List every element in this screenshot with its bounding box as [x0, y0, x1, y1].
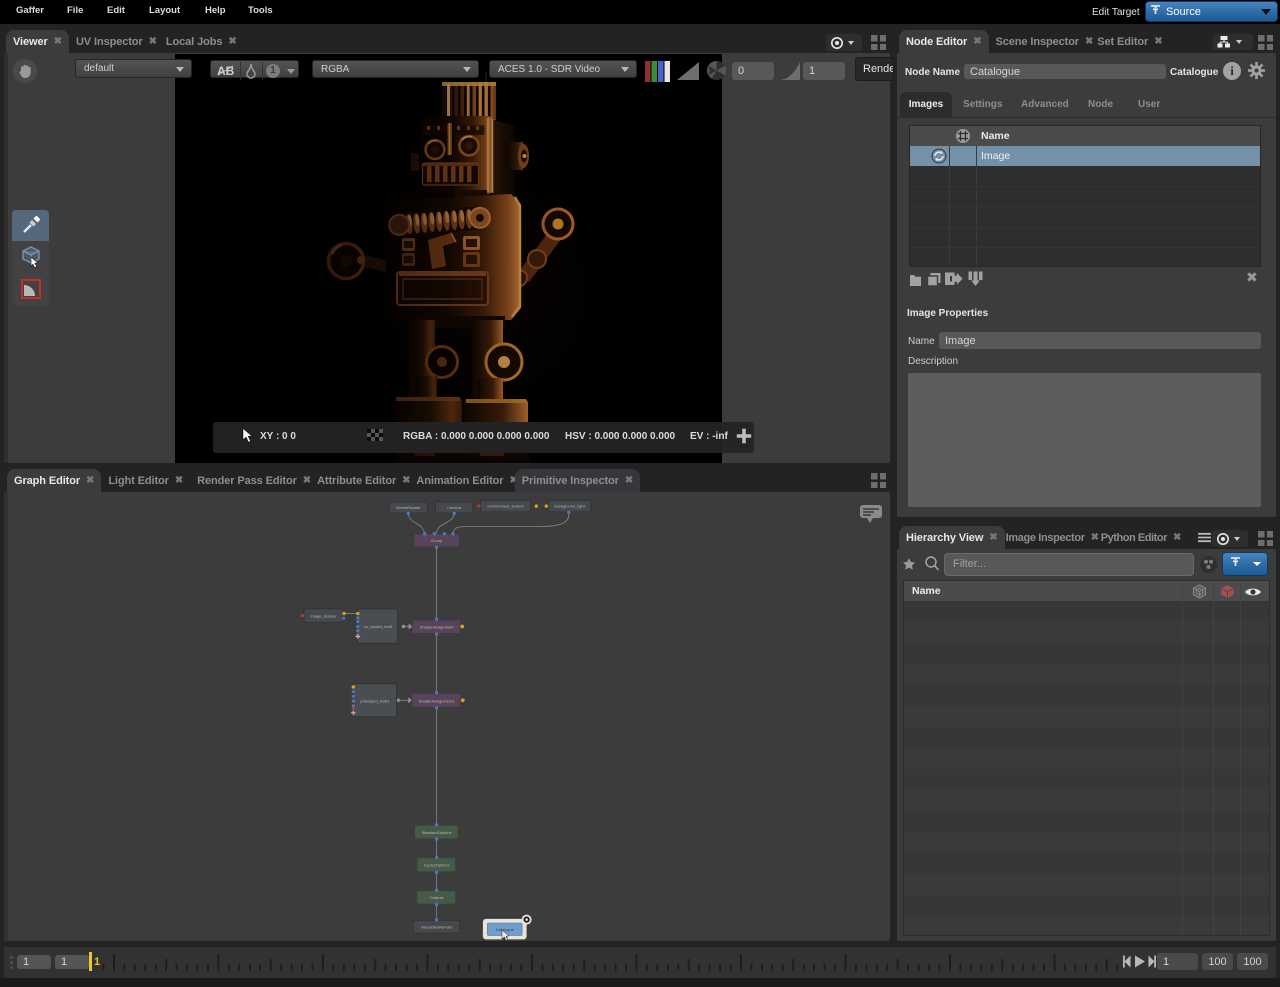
svg-text:background_light: background_light: [554, 504, 585, 509]
svg-text:InteractiveRender: InteractiveRender: [421, 925, 453, 930]
svg-text:image_texture: image_texture: [311, 613, 337, 618]
svg-text:SceneReader: SceneReader: [396, 505, 421, 510]
svg-text:Outputs: Outputs: [430, 895, 444, 900]
svg-text:Camera: Camera: [447, 505, 462, 510]
svg-text:environment_texture: environment_texture: [487, 504, 524, 509]
svg-text:ShaderAssignment1: ShaderAssignment1: [419, 698, 456, 703]
svg-text:CyclesOptions: CyclesOptions: [424, 863, 450, 868]
svg-text:uv_scaled_bsdf: uv_scaled_bsdf: [364, 624, 393, 629]
svg-text:ShaderAssignment: ShaderAssignment: [420, 625, 455, 630]
svg-text:StandardOptions: StandardOptions: [422, 830, 452, 835]
svg-text:principled_bsdf1: principled_bsdf1: [360, 698, 390, 703]
svg-text:Catalogue: Catalogue: [496, 927, 515, 932]
svg-text:Group: Group: [431, 538, 443, 543]
